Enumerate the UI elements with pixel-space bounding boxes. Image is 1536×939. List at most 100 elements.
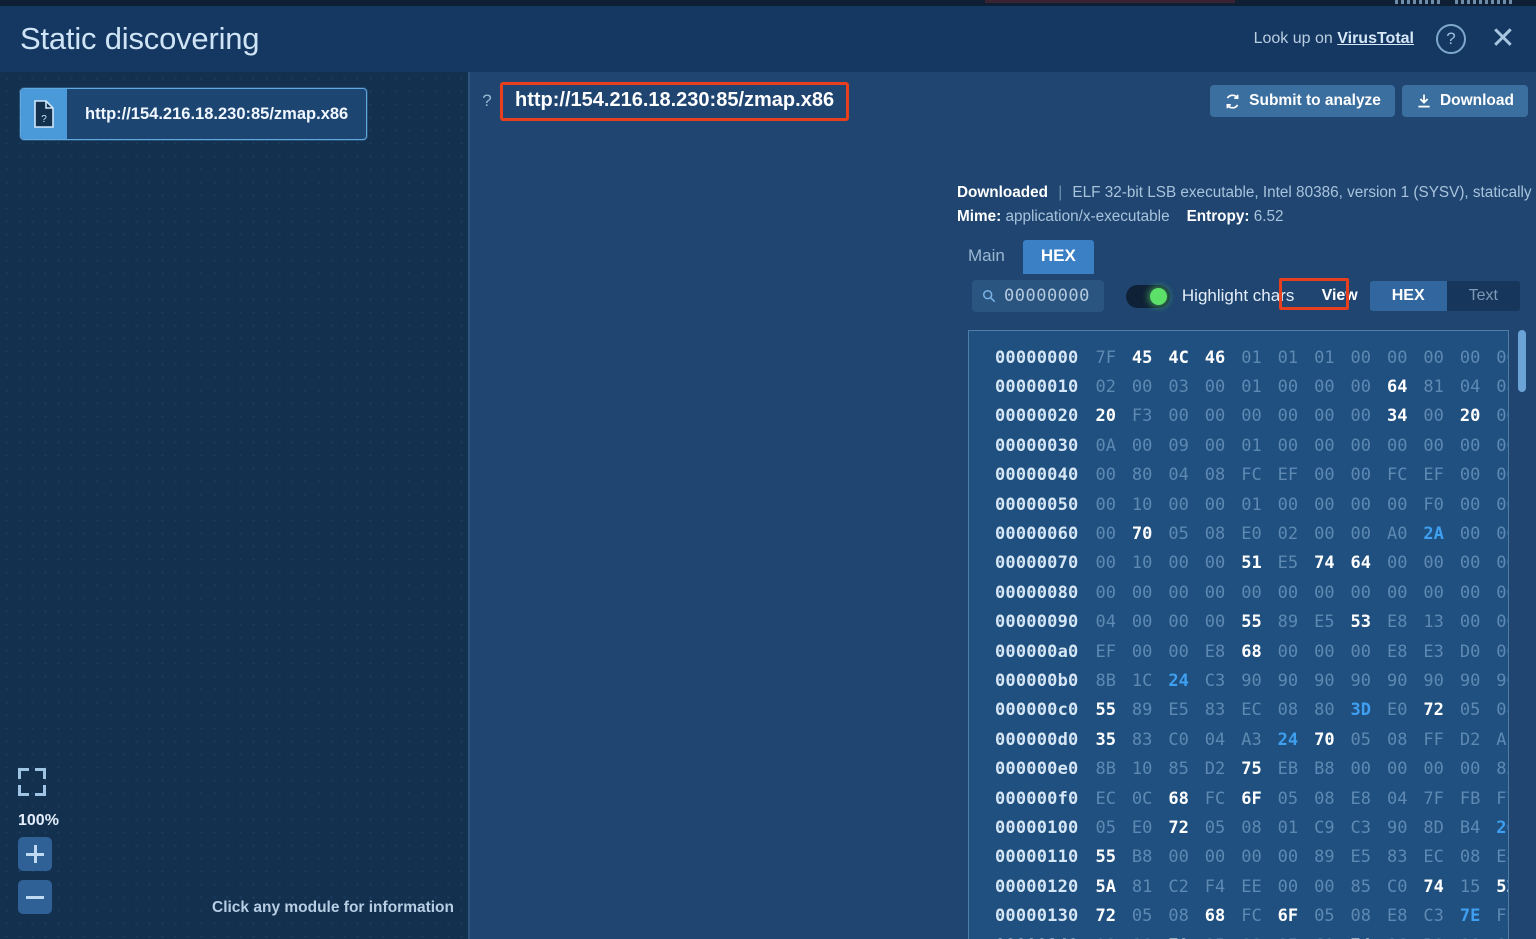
hex-byte[interactable]: 00 bbox=[1423, 759, 1459, 779]
hex-byte[interactable]: 85 bbox=[1496, 759, 1509, 779]
hex-byte[interactable]: 01 bbox=[1241, 377, 1277, 397]
hex-byte[interactable]: 01 bbox=[1241, 495, 1277, 515]
hex-byte[interactable]: 05 bbox=[1205, 936, 1241, 939]
hex-byte[interactable]: B8 bbox=[1314, 759, 1350, 779]
hex-byte[interactable]: 00 bbox=[1168, 847, 1204, 867]
download-button[interactable]: Download bbox=[1402, 85, 1528, 117]
hex-byte[interactable]: 01 bbox=[1278, 348, 1314, 368]
hex-byte[interactable]: 00 bbox=[1387, 759, 1423, 779]
hex-byte[interactable]: 13 bbox=[1423, 612, 1459, 632]
hex-byte[interactable]: 0A bbox=[1095, 436, 1131, 456]
hex-byte[interactable]: 04 bbox=[1205, 730, 1241, 750]
hex-byte[interactable]: C9 bbox=[1314, 818, 1350, 838]
hex-byte[interactable]: 74 bbox=[1314, 553, 1350, 573]
hex-byte[interactable]: 00 bbox=[1314, 524, 1350, 544]
hex-byte[interactable]: 02 bbox=[1278, 524, 1314, 544]
hex-byte[interactable]: 00 bbox=[1205, 495, 1241, 515]
hex-byte[interactable]: 00 bbox=[1496, 524, 1509, 544]
file-module-card[interactable]: ? http://154.216.18.230:85/zmap.x86 bbox=[20, 88, 367, 140]
hex-byte[interactable]: 04 bbox=[1168, 465, 1204, 485]
hex-byte[interactable]: 6F bbox=[1241, 789, 1277, 809]
hex-byte[interactable]: 00 bbox=[1460, 524, 1496, 544]
zoom-out-button[interactable] bbox=[18, 880, 52, 914]
hex-byte[interactable]: 90 bbox=[1423, 671, 1459, 691]
hex-byte[interactable]: F3 bbox=[1132, 406, 1168, 426]
hex-byte[interactable]: C3 bbox=[1423, 906, 1459, 926]
hex-byte[interactable]: 05 bbox=[1205, 818, 1241, 838]
hex-byte[interactable]: 05 bbox=[1460, 700, 1496, 720]
hex-byte[interactable]: EC bbox=[1241, 700, 1277, 720]
hex-byte[interactable]: 45 bbox=[1132, 348, 1168, 368]
hex-byte[interactable]: 02 bbox=[1095, 377, 1131, 397]
hex-byte[interactable]: 72 bbox=[1095, 906, 1131, 926]
hex-byte[interactable]: 00 bbox=[1460, 465, 1496, 485]
hex-byte[interactable]: E0 bbox=[1132, 818, 1168, 838]
hex-byte[interactable]: 1C bbox=[1132, 671, 1168, 691]
hex-byte[interactable]: 55 bbox=[1241, 612, 1277, 632]
hex-byte[interactable]: 00 bbox=[1351, 495, 1387, 515]
hex-byte[interactable]: E8 bbox=[1205, 642, 1241, 662]
hex-scrollbar-track[interactable] bbox=[1518, 330, 1526, 939]
hex-byte[interactable]: 00 bbox=[1351, 436, 1387, 456]
hex-byte[interactable]: 24 bbox=[1278, 730, 1314, 750]
hex-byte[interactable]: 00 bbox=[1314, 642, 1350, 662]
hex-byte[interactable]: 00 bbox=[1423, 583, 1459, 603]
hex-byte[interactable]: 08 bbox=[1314, 789, 1350, 809]
hex-byte[interactable]: 01 bbox=[1241, 348, 1277, 368]
hex-byte[interactable]: E3 bbox=[1423, 642, 1459, 662]
hex-byte[interactable]: 00 bbox=[1423, 553, 1459, 573]
hex-byte[interactable]: 00 bbox=[1460, 436, 1496, 456]
hex-byte[interactable]: 00 bbox=[1351, 759, 1387, 779]
hex-byte[interactable]: 10 bbox=[1132, 759, 1168, 779]
hex-byte[interactable]: 75 bbox=[1241, 759, 1277, 779]
hex-byte[interactable]: E8 bbox=[1496, 847, 1509, 867]
hex-byte[interactable]: F0 bbox=[1423, 495, 1459, 515]
hex-byte[interactable]: 00 bbox=[1132, 612, 1168, 632]
hex-byte[interactable]: 00 bbox=[1095, 553, 1131, 573]
hex-byte[interactable]: 64 bbox=[1387, 377, 1423, 397]
hex-byte[interactable]: 89 bbox=[1278, 612, 1314, 632]
hex-byte[interactable]: 15 bbox=[1460, 877, 1496, 897]
hex-byte[interactable]: EE bbox=[1241, 877, 1277, 897]
hex-byte[interactable]: 8D bbox=[1423, 818, 1459, 838]
hex-byte[interactable]: A0 bbox=[1387, 524, 1423, 544]
hex-byte[interactable]: 46 bbox=[1205, 348, 1241, 368]
hex-byte[interactable]: 68 bbox=[1241, 642, 1277, 662]
hex-byte[interactable]: 00 bbox=[1205, 847, 1241, 867]
hex-byte[interactable]: EC bbox=[1095, 789, 1131, 809]
hex-byte[interactable]: 20 bbox=[1460, 406, 1496, 426]
hex-byte[interactable]: 0C bbox=[1132, 789, 1168, 809]
hex-byte[interactable]: 00 bbox=[1387, 553, 1423, 573]
hex-byte[interactable]: 00 bbox=[1278, 495, 1314, 515]
hex-byte[interactable]: 89 bbox=[1132, 700, 1168, 720]
hex-byte[interactable]: 34 bbox=[1387, 406, 1423, 426]
hex-byte[interactable]: 00 bbox=[1387, 436, 1423, 456]
hex-byte[interactable]: 00 bbox=[1460, 583, 1496, 603]
help-button[interactable]: ? bbox=[1436, 24, 1466, 54]
hex-byte[interactable]: EF bbox=[1278, 465, 1314, 485]
hex-byte[interactable]: 00 bbox=[1095, 524, 1131, 544]
hex-byte[interactable]: 08 bbox=[1241, 936, 1277, 939]
hex-byte[interactable]: 00 bbox=[1496, 553, 1509, 573]
hex-byte[interactable]: 00 bbox=[1095, 495, 1131, 515]
hex-byte[interactable]: 83 bbox=[1387, 847, 1423, 867]
hex-byte[interactable]: C0 bbox=[1314, 936, 1350, 939]
hex-byte[interactable]: 10 bbox=[1132, 936, 1168, 939]
hex-byte[interactable]: 10 bbox=[1132, 553, 1168, 573]
hex-byte[interactable]: 55 bbox=[1095, 700, 1131, 720]
hex-byte[interactable]: C3 bbox=[1205, 671, 1241, 691]
tab-hex[interactable]: HEX bbox=[1023, 240, 1094, 274]
hex-byte[interactable]: 00 bbox=[1314, 495, 1350, 515]
hex-byte[interactable]: 00 bbox=[1132, 436, 1168, 456]
hex-byte[interactable]: 01 bbox=[1241, 436, 1277, 456]
hex-byte[interactable]: 8B bbox=[1095, 759, 1131, 779]
hex-byte[interactable]: 55 bbox=[1095, 847, 1131, 867]
hex-byte[interactable]: 51 bbox=[1241, 553, 1277, 573]
hex-byte[interactable]: 00 bbox=[1423, 348, 1459, 368]
hex-byte[interactable]: 00 bbox=[1314, 877, 1350, 897]
hex-byte[interactable]: 35 bbox=[1095, 730, 1131, 750]
hex-byte[interactable]: 08 bbox=[1168, 906, 1204, 926]
hex-byte[interactable]: 00 bbox=[1387, 348, 1423, 368]
hex-byte[interactable]: 00 bbox=[1241, 847, 1277, 867]
hex-byte[interactable]: 74 bbox=[1351, 936, 1387, 939]
